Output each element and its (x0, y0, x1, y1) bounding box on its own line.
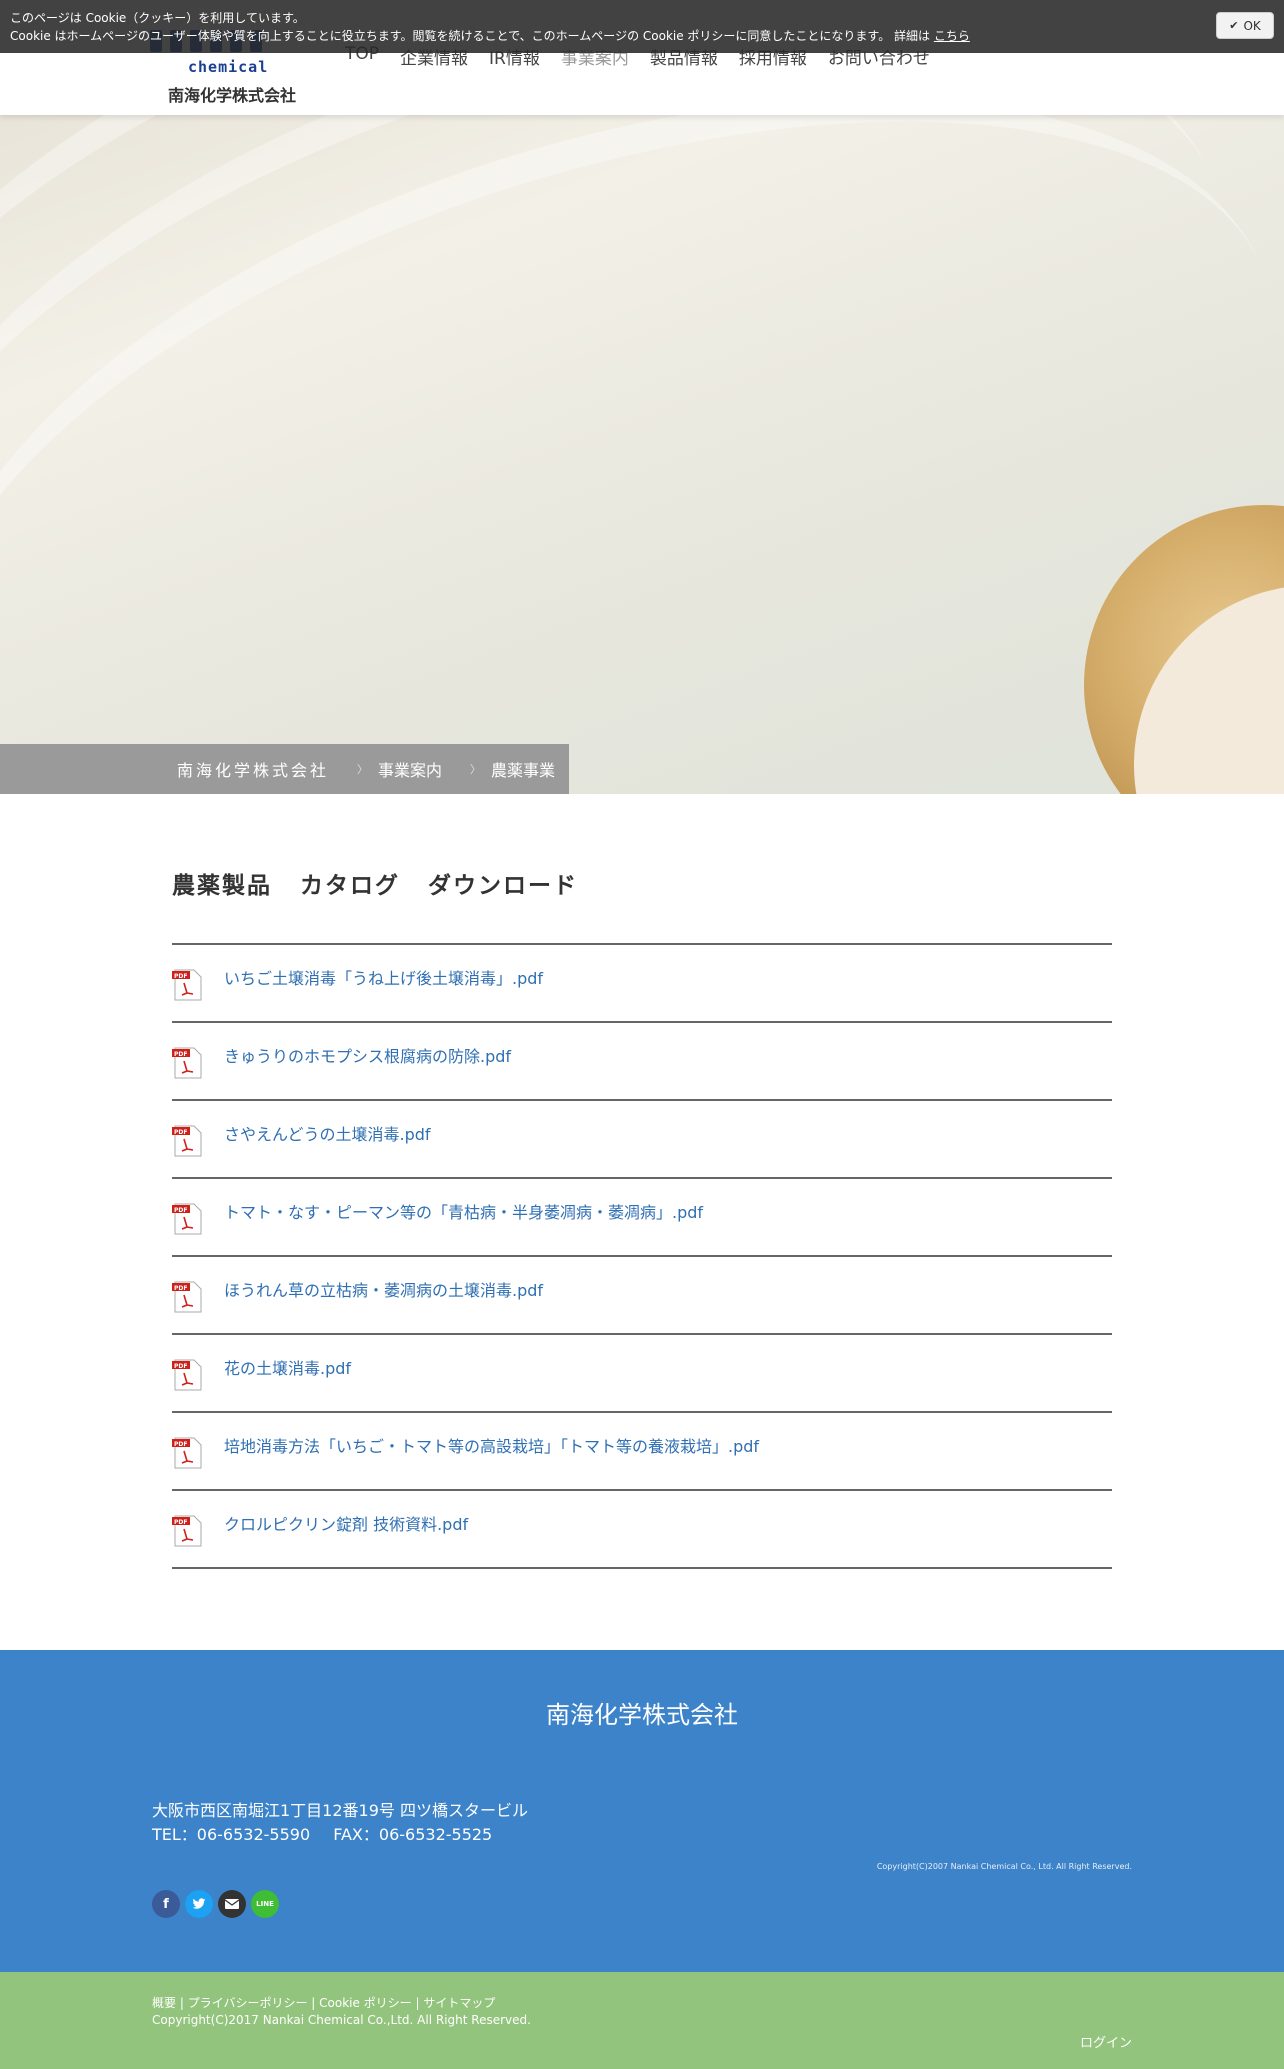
chevron-right-icon: 〉 (357, 763, 369, 776)
list-item[interactable]: PDF トマト・なす・ピーマン等の「青枯病・半身萎凋病・萎凋病」.pdf (172, 1179, 1112, 1257)
pdf-link-label: いちご土壌消毒「うね上げ後土壌消毒」.pdf (224, 969, 544, 988)
breadcrumb-current: 農薬事業 (491, 761, 556, 780)
footer-fax: FAX：06-6532-5525 (333, 1825, 493, 1844)
logo-subtitle: chemical (188, 58, 269, 76)
list-item[interactable]: PDF 培地消毒方法「いちご・トマト等の高設栽培」「トマト等の養液栽培」.pdf (172, 1413, 1112, 1491)
social-links: f LINE (152, 1890, 279, 1918)
footer-link-sitemap[interactable]: サイトマップ (423, 1996, 495, 2010)
logo-company-name: 南海化学株式会社 (168, 86, 297, 105)
cookie-notice-title: このページは Cookie（クッキー）を利用しています。 (10, 11, 305, 25)
footer-link-cookie[interactable]: Cookie ポリシー (319, 1996, 412, 2010)
cookie-ok-button[interactable]: ✔ OK (1216, 12, 1274, 39)
svg-text:PDF: PDF (174, 1441, 187, 1448)
list-item[interactable]: PDF いちご土壌消毒「うね上げ後土壌消毒」.pdf (172, 945, 1112, 1023)
login-link[interactable]: ログイン (1080, 2032, 1132, 2051)
pdf-icon: PDF (172, 1515, 202, 1547)
pdf-link-label: 培地消毒方法「いちご・トマト等の高設栽培」「トマト等の養液栽培」.pdf (224, 1437, 760, 1456)
pdf-icon: PDF (172, 1437, 202, 1469)
list-item[interactable]: PDF きゅうりのホモプシス根腐病の防除.pdf (172, 1023, 1112, 1101)
list-item[interactable]: PDF さやえんどうの土壌消毒.pdf (172, 1101, 1112, 1179)
pdf-icon: PDF (172, 1359, 202, 1391)
footer-bottom: 概要 | プライバシーポリシー | Cookie ポリシー | サイトマップ C… (0, 1972, 1284, 2069)
breadcrumb: 南海化学株式会社 〉 事業案内 〉 農薬事業 (0, 744, 569, 794)
footer-address: 大阪市西区南堀江1丁目12番19号 四ツ橋スタービル (152, 1801, 528, 1820)
pdf-icon: PDF (172, 1281, 202, 1313)
mail-icon[interactable] (218, 1890, 246, 1918)
pdf-icon: PDF (172, 1203, 202, 1235)
footer-link-overview[interactable]: 概要 (152, 1996, 176, 2010)
footer-copyright: Copyright(C)2017 Nankai Chemical Co.,Ltd… (152, 2013, 531, 2027)
chevron-right-icon: 〉 (470, 763, 482, 776)
footer-phone-line: TEL：06-6532-5590 FAX：06-6532-5525 (152, 1821, 510, 1845)
check-icon: ✔ (1229, 19, 1239, 32)
cookie-ok-label: OK (1243, 18, 1261, 33)
footer-tel: TEL：06-6532-5590 (152, 1825, 311, 1844)
pdf-link-label: きゅうりのホモプシス根腐病の防除.pdf (224, 1047, 512, 1066)
footer-link-privacy[interactable]: プライバシーポリシー (188, 1996, 308, 2010)
twitter-icon[interactable] (185, 1890, 213, 1918)
pdf-link-label: さやえんどうの土壌消毒.pdf (224, 1125, 431, 1144)
svg-text:PDF: PDF (174, 1363, 187, 1370)
svg-text:PDF: PDF (174, 1519, 187, 1526)
hero-image: 南海化学株式会社 〉 事業案内 〉 農薬事業 (0, 115, 1284, 794)
list-item[interactable]: PDF ほうれん草の立枯病・萎凋病の土壌消毒.pdf (172, 1257, 1112, 1335)
pdf-link-label: 花の土壌消毒.pdf (224, 1359, 352, 1378)
svg-text:PDF: PDF (174, 973, 187, 980)
svg-text:PDF: PDF (174, 1051, 187, 1058)
svg-text:PDF: PDF (174, 1129, 187, 1136)
list-item[interactable]: PDF クロルピクリン錠剤 技術資料.pdf (172, 1491, 1112, 1569)
cookie-notice-body: Cookie はホームページのユーザー体験や質を向上することに役立ちます。閲覧を… (10, 29, 931, 43)
pdf-link-label: クロルピクリン錠剤 技術資料.pdf (224, 1515, 469, 1534)
pdf-download-list: PDF いちご土壌消毒「うね上げ後土壌消毒」.pdf PDF きゅうりのホモプシ… (172, 943, 1112, 1569)
pdf-icon: PDF (172, 1125, 202, 1157)
footer-links: 概要 | プライバシーポリシー | Cookie ポリシー | サイトマップ (152, 1996, 496, 2010)
pdf-icon: PDF (172, 969, 202, 1001)
page-title: 農薬製品 カタログ ダウンロード (172, 873, 579, 899)
svg-text:PDF: PDF (174, 1207, 187, 1214)
list-item[interactable]: PDF 花の土壌消毒.pdf (172, 1335, 1112, 1413)
footer-company-name: 南海化学株式会社 (546, 1701, 738, 1729)
breadcrumb-business[interactable]: 事業案内 (378, 757, 442, 781)
facebook-icon[interactable]: f (152, 1890, 180, 1918)
svg-text:PDF: PDF (174, 1285, 187, 1292)
pdf-link-label: トマト・なす・ピーマン等の「青枯病・半身萎凋病・萎凋病」.pdf (224, 1203, 704, 1222)
footer-copyright-small: Copyright(C)2007 Nankai Chemical Co., Lt… (876, 1862, 1132, 1871)
line-icon[interactable]: LINE (251, 1890, 279, 1918)
cookie-banner: このページは Cookie（クッキー）を利用しています。 Cookie はホーム… (0, 0, 1284, 53)
cookie-notice-text: Cookie はホームページのユーザー体験や質を向上することに役立ちます。閲覧を… (10, 27, 970, 44)
pdf-link-label: ほうれん草の立枯病・萎凋病の土壌消毒.pdf (224, 1281, 544, 1300)
breadcrumb-home[interactable]: 南海化学株式会社 (177, 757, 329, 781)
footer-contact: 南海化学株式会社 大阪市西区南堀江1丁目12番19号 四ツ橋スタービル TEL：… (0, 1650, 1284, 1972)
pdf-icon: PDF (172, 1047, 202, 1079)
cookie-details-link[interactable]: こちら (934, 29, 970, 43)
